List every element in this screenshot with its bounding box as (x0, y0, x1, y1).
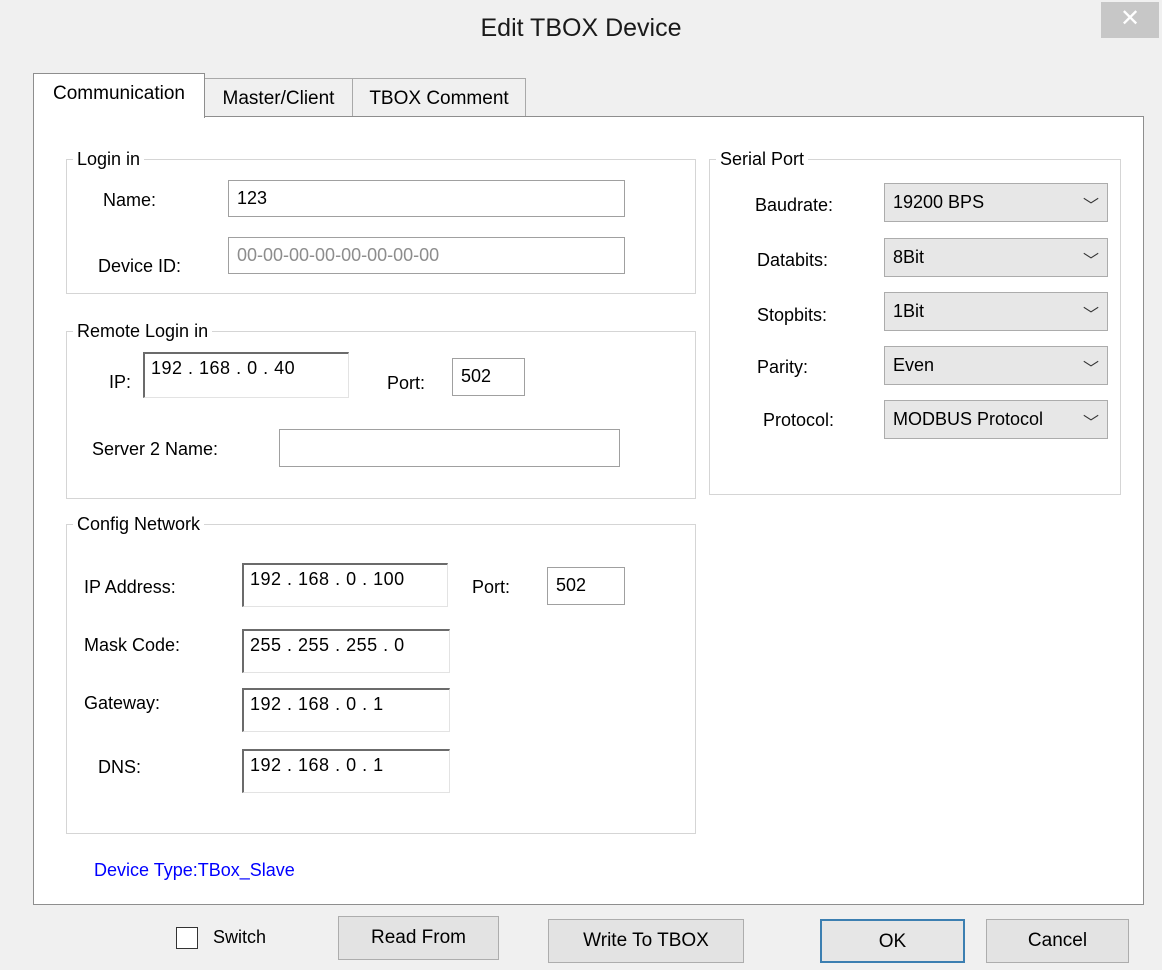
write-to-tbox-button[interactable]: Write To TBOX (548, 919, 744, 963)
gateway-label: Gateway: (84, 693, 161, 713)
protocol-label: Protocol: (763, 410, 835, 430)
cancel-button[interactable]: Cancel (986, 919, 1129, 963)
switch-label: Switch (213, 927, 267, 947)
protocol-select[interactable]: MODBUS Protocol ﹀ (884, 400, 1108, 439)
read-from-button[interactable]: Read From (338, 916, 499, 960)
tab-communication[interactable]: Communication (33, 73, 205, 118)
mask-code-input[interactable]: 255 . 255 . 255 . 0 (242, 629, 450, 673)
config-port-label: Port: (472, 577, 511, 597)
stopbits-label: Stopbits: (757, 305, 828, 325)
dns-input[interactable]: 192 . 168 . 0 . 1 (242, 749, 450, 793)
close-button[interactable]: ✕ (1101, 2, 1159, 38)
config-ip-input[interactable]: 192 . 168 . 0 . 100 (242, 563, 448, 607)
config-network-group-label: Config Network (73, 513, 205, 535)
chevron-down-icon: ﹀ (1082, 361, 1099, 378)
baudrate-value: 19200 BPS (893, 192, 985, 212)
ok-button[interactable]: OK (820, 919, 965, 963)
tab-master-client[interactable]: Master/Client (204, 78, 353, 116)
chevron-down-icon: ﹀ (1082, 307, 1099, 324)
device-id-label: Device ID: (98, 256, 182, 276)
parity-label: Parity: (757, 357, 809, 377)
tab-panel-communication: Login in Name: 123 Device ID: 00-00-00-0… (33, 116, 1144, 905)
remote-ip-input[interactable]: 192 . 168 . 0 . 40 (143, 352, 349, 398)
close-icon: ✕ (1119, 5, 1141, 32)
config-ip-label: IP Address: (84, 577, 176, 597)
stopbits-select[interactable]: 1Bit ﹀ (884, 292, 1108, 331)
window-title: Edit TBOX Device (480, 14, 682, 42)
gateway-input[interactable]: 192 . 168 . 0 . 1 (242, 688, 450, 732)
device-type-text: Device Type:TBox_Slave (94, 860, 295, 880)
remote-port-input[interactable]: 502 (452, 358, 525, 396)
baudrate-label: Baudrate: (755, 195, 834, 215)
chevron-down-icon: ﹀ (1082, 253, 1099, 270)
remote-ip-label: IP: (109, 372, 132, 392)
server2-name-label: Server 2 Name: (92, 439, 219, 459)
serial-port-group-label: Serial Port (716, 148, 809, 170)
server2-name-input[interactable] (279, 429, 620, 467)
parity-select[interactable]: Even ﹀ (884, 346, 1108, 385)
tab-tbox-comment[interactable]: TBOX Comment (352, 78, 526, 116)
baudrate-select[interactable]: 19200 BPS ﹀ (884, 183, 1108, 222)
chevron-down-icon: ﹀ (1076, 409, 1099, 433)
switch-checkbox[interactable] (176, 927, 198, 949)
login-group-label: Login in (73, 148, 145, 170)
title-bar: Edit TBOX Device ✕ (0, 0, 1162, 62)
mask-code-label: Mask Code: (84, 635, 181, 655)
dns-label: DNS: (98, 757, 142, 777)
tab-label: TBOX Comment (369, 88, 509, 109)
databits-value: 8Bit (893, 247, 925, 267)
parity-value: Even (893, 355, 935, 375)
stopbits-value: 1Bit (893, 301, 925, 321)
tab-label: Communication (53, 83, 185, 104)
name-label: Name: (103, 190, 157, 210)
remote-port-label: Port: (387, 373, 426, 393)
databits-select[interactable]: 8Bit ﹀ (884, 238, 1108, 277)
device-id-input: 00-00-00-00-00-00-00-00 (228, 237, 625, 274)
databits-label: Databits: (757, 250, 829, 270)
config-port-input[interactable]: 502 (547, 567, 625, 605)
name-input[interactable]: 123 (228, 180, 625, 217)
remote-login-group-label: Remote Login in (73, 320, 213, 342)
chevron-down-icon: ﹀ (1082, 198, 1099, 215)
tab-label: Master/Client (222, 88, 335, 109)
protocol-value: MODBUS Protocol (893, 409, 1044, 429)
